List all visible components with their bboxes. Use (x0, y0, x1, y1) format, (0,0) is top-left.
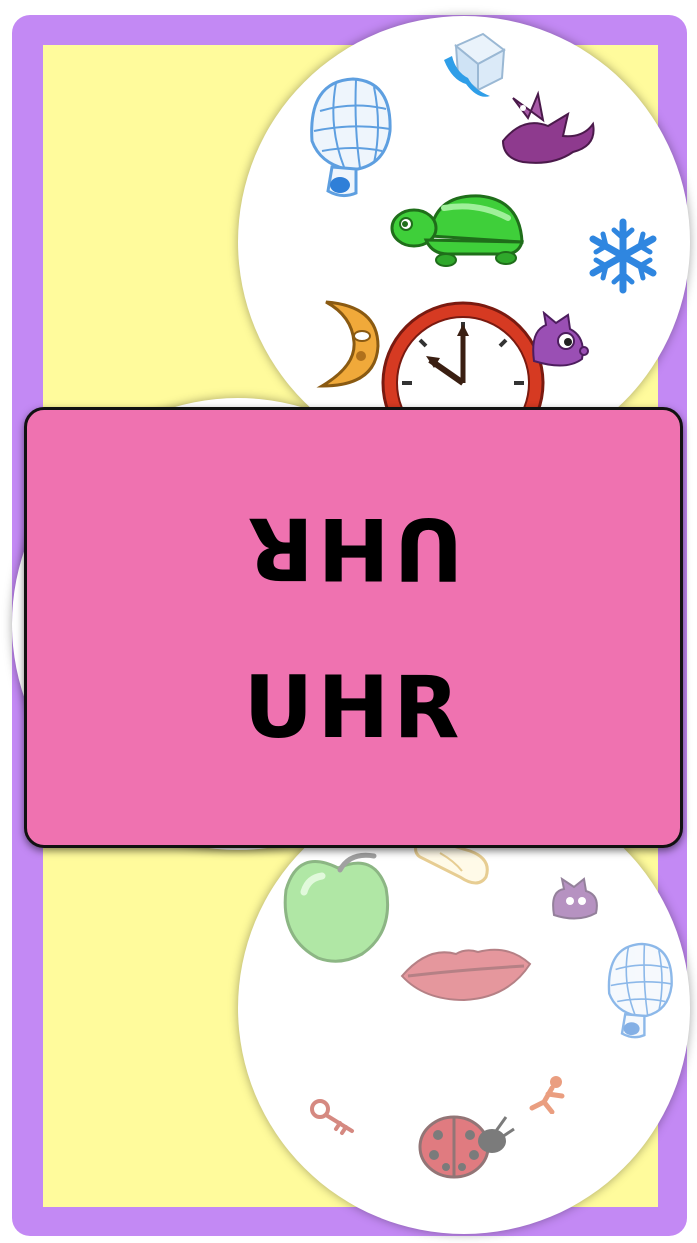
dragon-icon[interactable] (493, 86, 603, 176)
apple-icon[interactable] (278, 842, 403, 967)
snowflake-icon[interactable] (583, 216, 663, 296)
target-word-flipped: Uhr (243, 498, 464, 598)
bottom-card[interactable] (238, 782, 690, 1234)
top-card[interactable] (238, 16, 690, 468)
cat-icon[interactable] (526, 311, 591, 371)
target-word: Uhr (243, 658, 464, 758)
lips-icon[interactable] (398, 940, 533, 1005)
cat-icon[interactable] (548, 877, 603, 922)
word-banner: Uhr Uhr (24, 407, 683, 848)
turtle-icon[interactable] (388, 188, 528, 273)
igloo-icon[interactable] (598, 932, 678, 1047)
ladybug-icon[interactable] (416, 1107, 516, 1182)
figure-icon[interactable] (526, 1074, 571, 1114)
igloo-icon[interactable] (298, 71, 398, 201)
key-icon[interactable] (308, 1097, 358, 1137)
moon-icon[interactable] (306, 296, 386, 391)
